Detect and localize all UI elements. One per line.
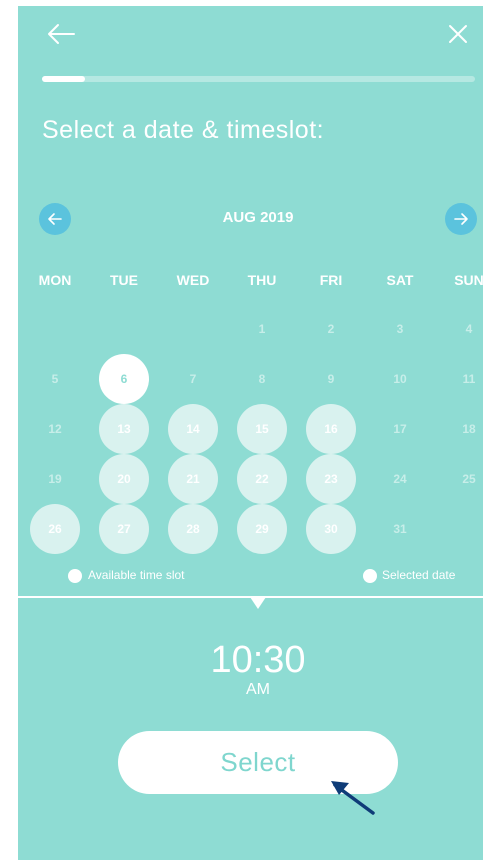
calendar-day[interactable]: 23 [306, 454, 356, 504]
calendar-day: 24 [393, 472, 407, 486]
calendar-day[interactable]: 20 [99, 454, 149, 504]
weekday-mon: MON [38, 272, 72, 288]
progress-fill [42, 76, 86, 82]
calendar-day: 18 [462, 422, 476, 436]
calendar-day: 3 [396, 322, 404, 336]
calendar-day[interactable]: 29 [237, 504, 287, 554]
weekday-fri: FRI [319, 272, 343, 288]
next-month-button[interactable] [445, 203, 477, 235]
legend-available-label: Available time slot [88, 568, 185, 582]
weekday-sun: SUN [454, 272, 483, 288]
time-ampm: AM [246, 681, 270, 698]
calendar-day[interactable]: 16 [306, 404, 356, 454]
calendar-day: 4 [465, 322, 473, 336]
weekday-wed: WED [176, 272, 210, 288]
calendar-day[interactable]: 13 [99, 404, 149, 454]
calendar-day[interactable]: 27 [99, 504, 149, 554]
calendar-day: 9 [327, 372, 335, 386]
calendar-day[interactable]: 6 [99, 354, 149, 404]
month-label: AUG 2019 [222, 209, 294, 226]
calendar-day: 19 [48, 472, 62, 486]
time-value[interactable]: 10:30 [158, 639, 358, 682]
close-icon[interactable] [446, 22, 470, 46]
arrow-left-icon [48, 213, 62, 225]
calendar-day: 12 [48, 422, 62, 436]
screen: Select a date & timeslot: AUG 2019 MON T… [18, 6, 483, 860]
calendar-day: 25 [462, 472, 476, 486]
calendar-day[interactable]: 14 [168, 404, 218, 454]
calendar-day[interactable]: 26 [30, 504, 80, 554]
calendar-day: 2 [327, 322, 335, 336]
weekday-thu: THU [247, 272, 277, 288]
legend-selected-label: Selected date [382, 568, 456, 582]
calendar-day: 1 [258, 322, 266, 336]
calendar-day: 7 [189, 372, 197, 386]
calendar-day: 31 [393, 522, 407, 536]
cursor-arrow-icon [323, 771, 393, 821]
calendar-day: 10 [393, 372, 407, 386]
arrow-right-icon [454, 213, 468, 225]
legend-selected-dot [363, 569, 377, 583]
calendar-day[interactable]: 15 [237, 404, 287, 454]
calendar-day[interactable]: 21 [168, 454, 218, 504]
calendar-day: 17 [393, 422, 407, 436]
progress-bar [42, 76, 475, 82]
calendar-day[interactable]: 30 [306, 504, 356, 554]
weekday-tue: TUE [110, 272, 138, 288]
weekday-sat: SAT [386, 272, 414, 288]
calendar-day: 5 [51, 372, 59, 386]
page-title: Select a date & timeslot: [42, 116, 325, 144]
calendar-day[interactable]: 22 [237, 454, 287, 504]
calendar-day: 8 [258, 372, 266, 386]
legend-available-dot [68, 569, 82, 583]
calendar-day: 11 [462, 372, 476, 386]
prev-month-button[interactable] [39, 203, 71, 235]
arrow-left-icon[interactable] [46, 22, 76, 46]
calendar-day[interactable]: 28 [168, 504, 218, 554]
pointer-triangle [250, 597, 266, 609]
